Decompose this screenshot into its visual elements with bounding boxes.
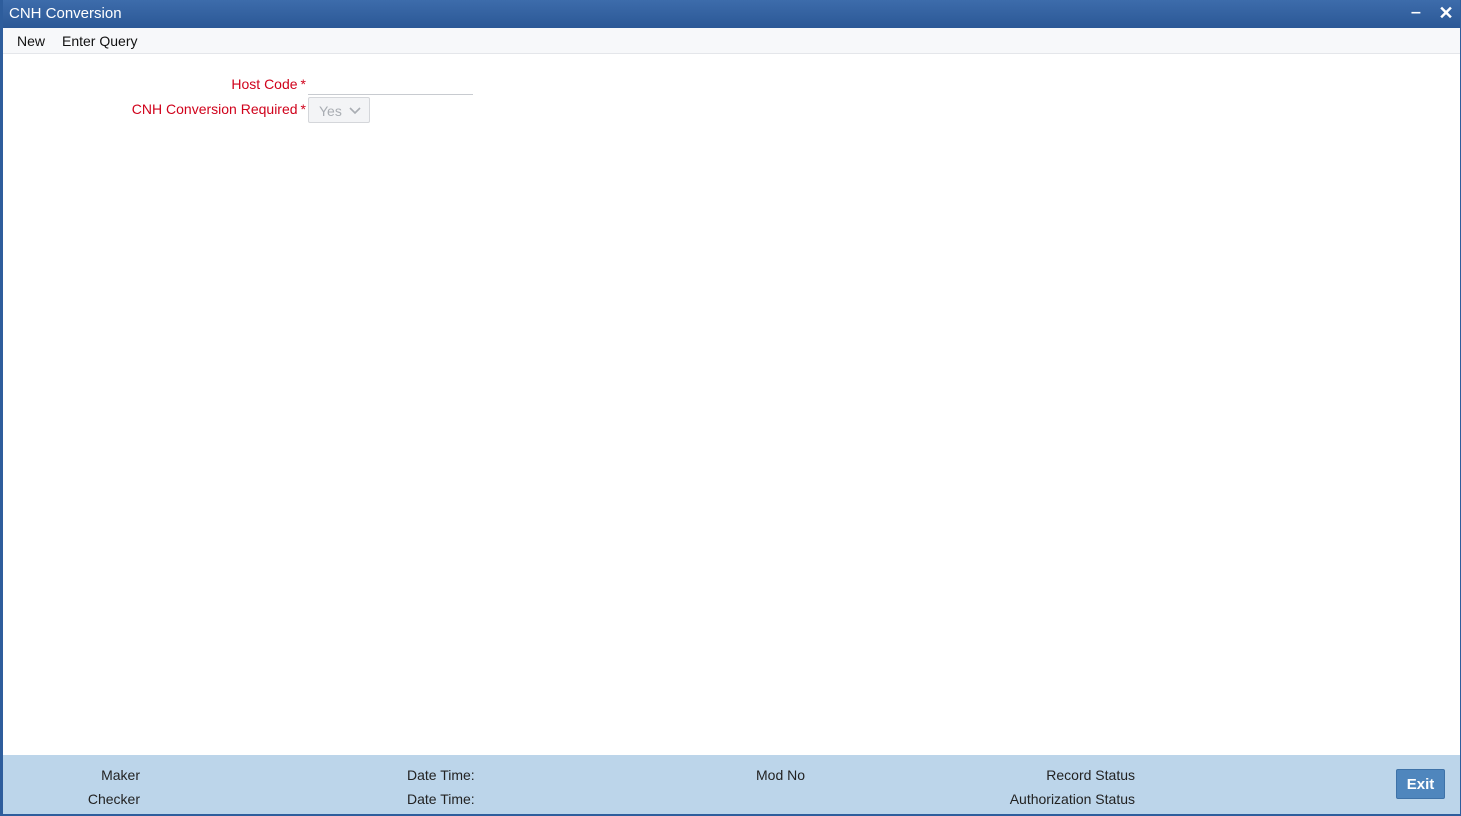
exit-button[interactable]: Exit: [1396, 769, 1445, 799]
required-marker: *: [300, 76, 306, 92]
maker-label: Maker: [101, 767, 140, 783]
checker-date-time-label: Date Time:: [407, 791, 475, 807]
cnh-conversion-required-label: CNH Conversion Required *: [132, 101, 306, 117]
window-title: CNH Conversion: [9, 5, 122, 22]
close-icon[interactable]: ✕: [1436, 3, 1456, 23]
cnh-conversion-window: CNH Conversion ‒ ✕ New Enter Query Host …: [0, 0, 1461, 816]
enter-query-menu-item[interactable]: Enter Query: [62, 33, 137, 49]
authorization-status-label: Authorization Status: [1009, 791, 1135, 807]
menu-bar: New Enter Query: [3, 28, 1460, 54]
mod-no-label: Mod No: [756, 767, 806, 783]
record-status-label: Record Status: [1046, 767, 1135, 783]
checker-label: Checker: [87, 791, 140, 807]
maker-date-time-label: Date Time:: [407, 767, 475, 783]
host-code-label-text: Host Code: [231, 76, 298, 92]
host-code-label: Host Code *: [231, 76, 306, 92]
title-bar: CNH Conversion ‒ ✕: [3, 0, 1460, 28]
host-code-input[interactable]: [308, 74, 473, 95]
chevron-down-icon: [349, 107, 361, 115]
new-menu-item[interactable]: New: [17, 33, 45, 49]
cnh-conversion-required-select[interactable]: Yes: [308, 97, 370, 123]
audit-footer: Maker Checker Date Time: Date Time: Mod …: [3, 755, 1460, 814]
cnh-conversion-required-label-text: CNH Conversion Required: [131, 101, 298, 117]
required-marker: *: [300, 101, 306, 117]
selected-value: Yes: [319, 103, 342, 119]
minimize-icon[interactable]: ‒: [1406, 3, 1426, 23]
